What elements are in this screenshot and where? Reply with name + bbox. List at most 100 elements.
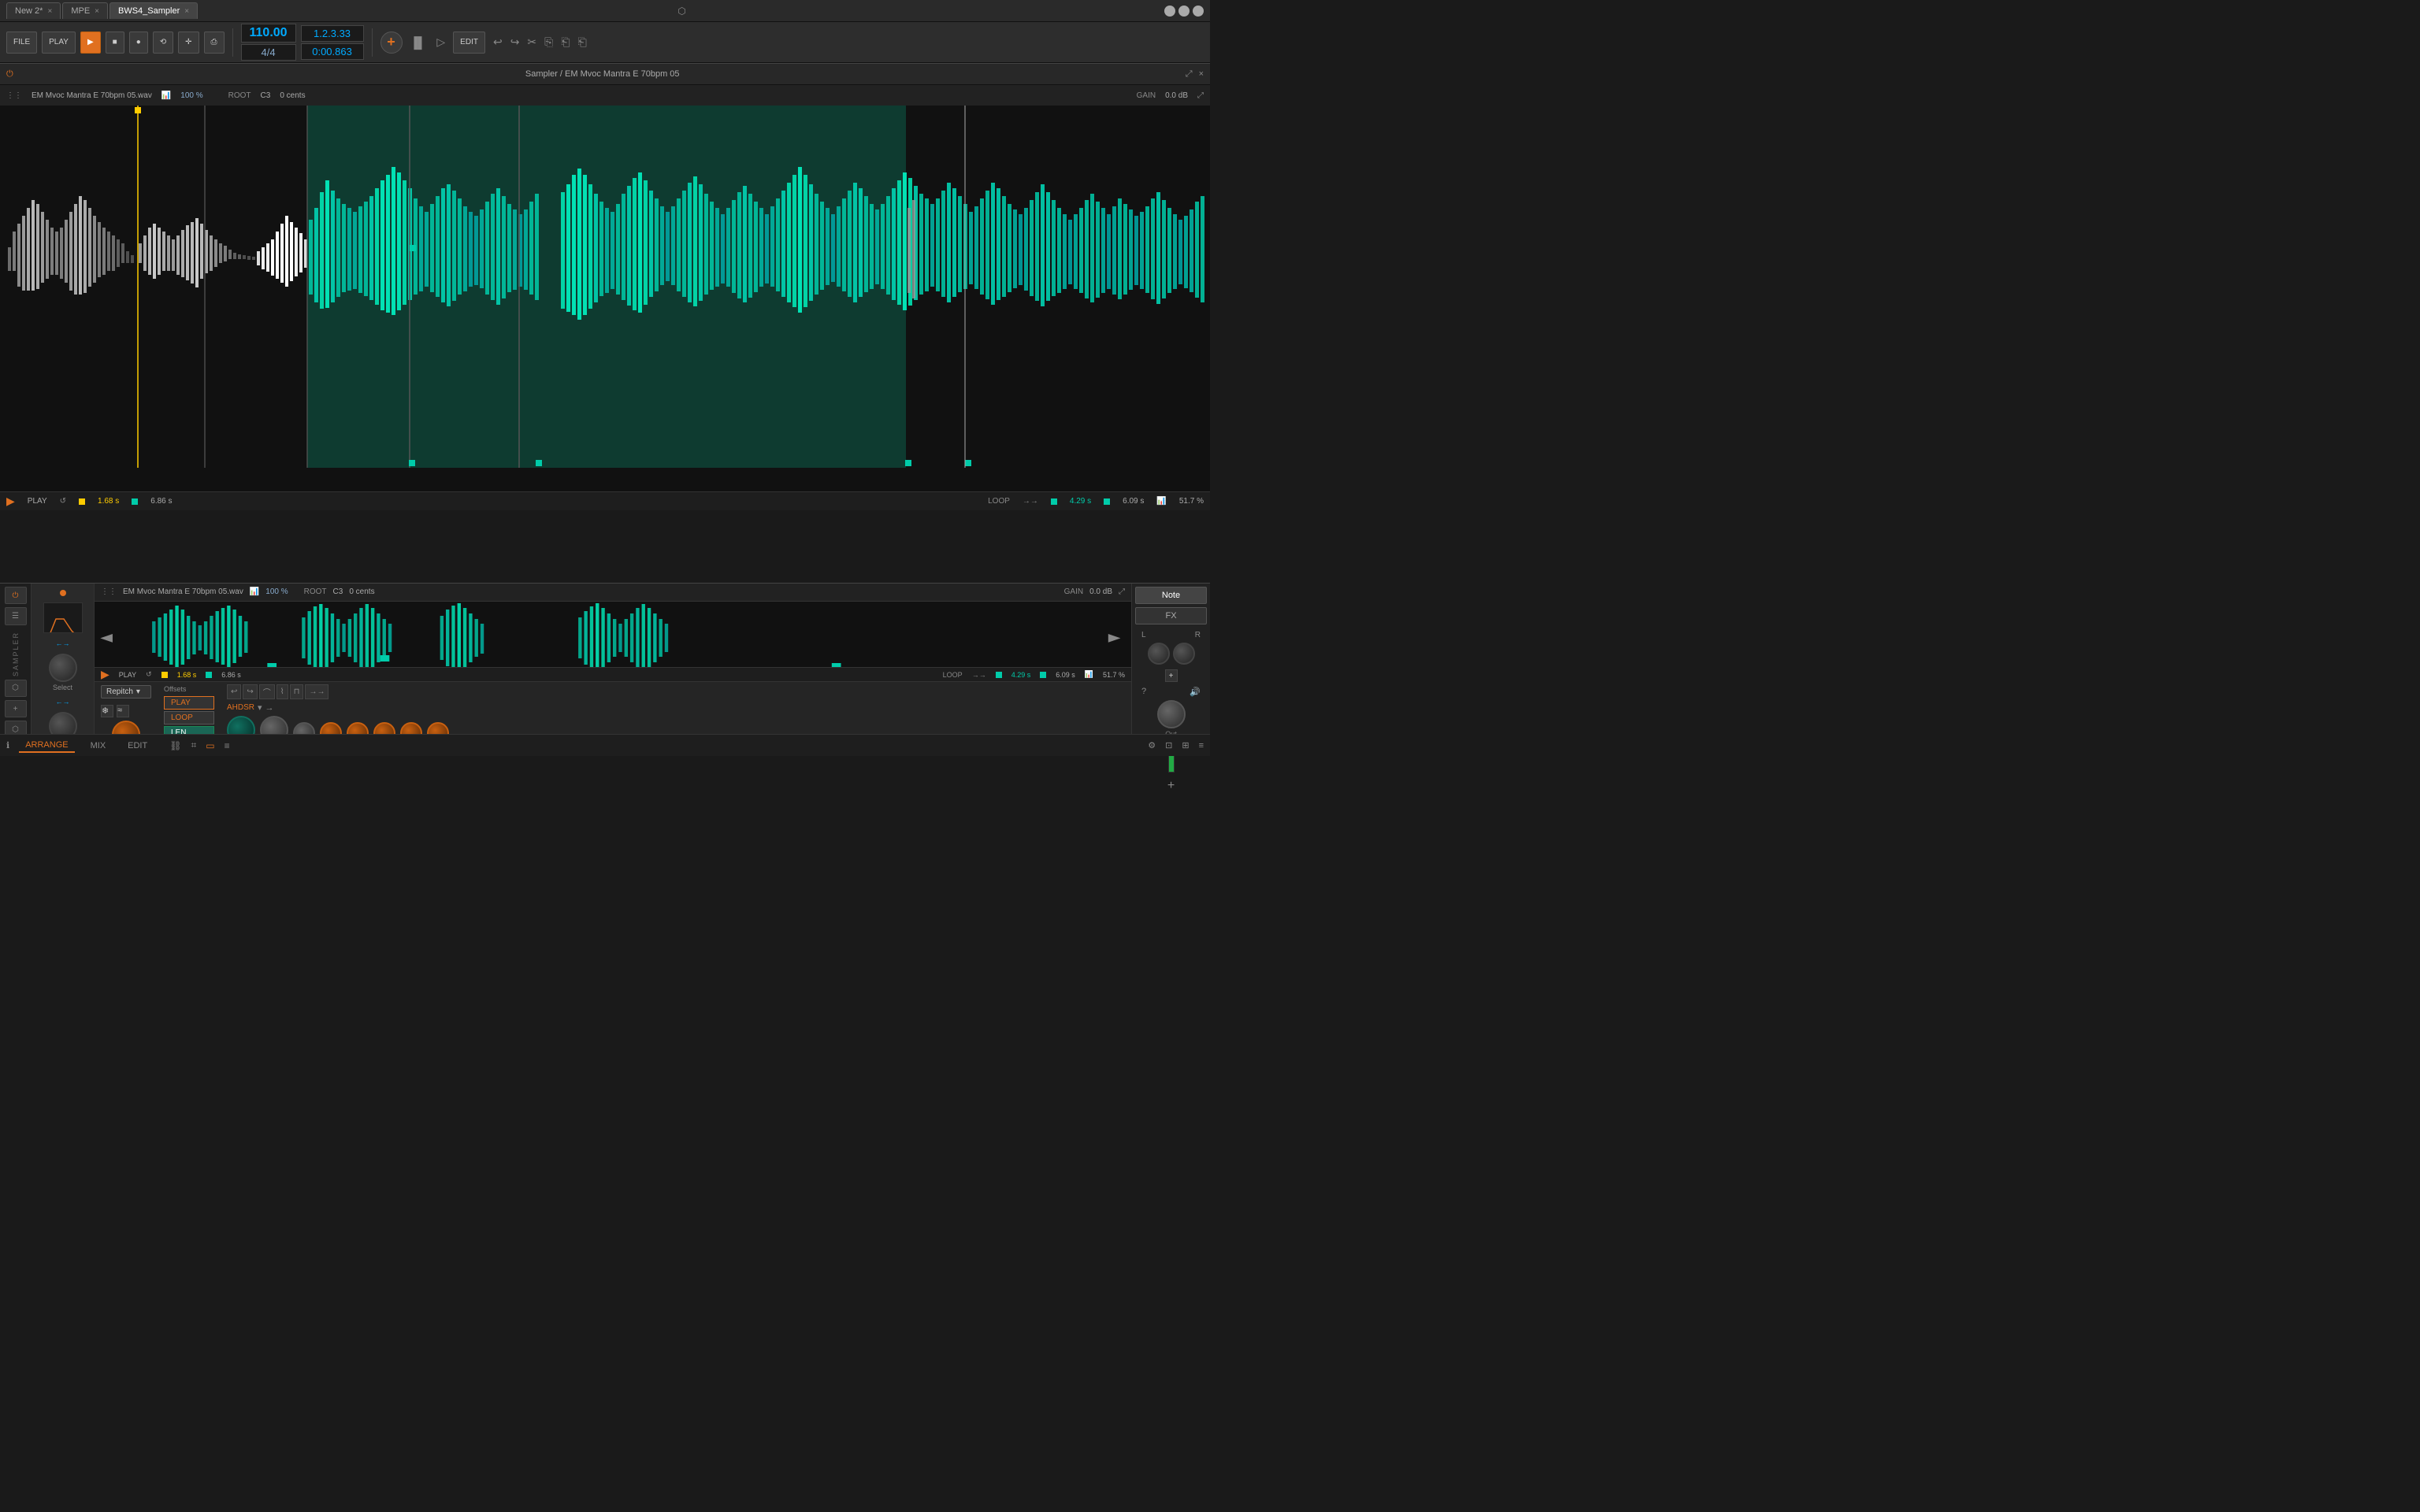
repitch-icons: ❄ ≈ xyxy=(101,705,151,717)
plus-button[interactable]: + xyxy=(1165,669,1178,682)
edit-button[interactable]: EDIT xyxy=(453,32,485,54)
settings-sidebar-icon[interactable]: ☰ xyxy=(5,607,27,624)
minimize-button[interactable] xyxy=(1164,6,1175,17)
env-gate[interactable]: ⊓ xyxy=(290,684,304,699)
waveform-zoom[interactable]: 100 % xyxy=(180,91,202,100)
note-button[interactable]: Note xyxy=(1135,587,1207,604)
link-icon[interactable]: ⛓ xyxy=(169,740,181,751)
loop-offset-button[interactable]: LOOP xyxy=(164,711,214,724)
mini-loop-percent[interactable]: 51.7 % xyxy=(1103,671,1125,679)
power-icon[interactable]: ⏻ xyxy=(6,69,13,80)
sampler-icon-2[interactable]: + xyxy=(5,700,27,717)
power-sidebar-icon[interactable]: ⏻ xyxy=(5,587,27,604)
tab-mpe[interactable]: MPE × xyxy=(62,2,108,19)
repitch-snowflake[interactable]: ❄ xyxy=(101,705,113,717)
tab-new2[interactable]: New 2* × xyxy=(6,2,61,19)
play-offset-button[interactable]: PLAY xyxy=(164,696,214,710)
redo-button[interactable]: ↪ xyxy=(507,32,523,52)
bpm-display[interactable]: 110.00 xyxy=(241,24,296,43)
tab-close-bws4[interactable]: × xyxy=(184,7,189,16)
out-knob[interactable] xyxy=(1157,700,1186,728)
record-button[interactable]: ● xyxy=(129,32,148,54)
tab-arrange[interactable]: ARRANGE xyxy=(19,739,74,753)
add-button[interactable]: + xyxy=(380,32,403,54)
waveform-canvas[interactable] xyxy=(0,106,1210,468)
mini-start-time[interactable]: 1.68 s xyxy=(177,671,197,679)
monitor-button[interactable]: ⎙ xyxy=(204,32,225,54)
seconds-display[interactable]: 0:00.863 xyxy=(301,43,364,60)
ahdsr-dropdown[interactable]: ▾ xyxy=(258,702,262,713)
inner-expand-icon[interactable]: ⤢ xyxy=(1119,587,1125,596)
loop-label: LOOP xyxy=(988,497,1010,506)
file-button[interactable]: FILE xyxy=(6,32,37,54)
offsets-label: Offsets xyxy=(164,685,214,693)
copy-button[interactable]: ⎘ xyxy=(541,32,556,52)
info-icon[interactable]: ℹ xyxy=(6,740,9,750)
repitch-dropdown[interactable]: Repitch ▾ xyxy=(101,685,151,699)
sampler-icon-1[interactable]: ⬡ xyxy=(5,680,27,697)
paste-alt-button[interactable]: ⎗ xyxy=(575,32,590,52)
arrange-icon[interactable]: ⌗ xyxy=(191,739,196,751)
env-linear[interactable]: ⌇ xyxy=(277,684,288,699)
l-knob[interactable] xyxy=(1148,643,1170,665)
question-button[interactable]: ? xyxy=(1141,687,1146,697)
r-knob[interactable] xyxy=(1173,643,1195,665)
tab-edit[interactable]: EDIT xyxy=(121,739,154,752)
mini-waveform[interactable]: ◀ ▶ xyxy=(95,602,1131,668)
cut-button[interactable]: ✂ xyxy=(524,32,540,52)
inner-gain[interactable]: 0.0 dB xyxy=(1089,587,1112,596)
undo-button[interactable]: ↩ xyxy=(490,32,506,52)
mini-end-time[interactable]: 6.86 s xyxy=(221,671,241,679)
grid-icon[interactable]: ⊞ xyxy=(1182,740,1189,750)
env-curve[interactable]: ⌒ xyxy=(259,684,275,699)
root-note[interactable]: C3 xyxy=(261,91,271,100)
inner-root[interactable]: C3 xyxy=(333,587,343,596)
start-time[interactable]: 1.68 s xyxy=(98,497,119,506)
tab-close-mpe[interactable]: × xyxy=(95,7,99,16)
close-sampler-icon[interactable]: × xyxy=(1199,69,1204,79)
mixer-icon[interactable]: ▐▌ xyxy=(407,33,429,52)
inner-cents[interactable]: 0 cents xyxy=(349,587,374,596)
expand-icon[interactable]: ⤢ xyxy=(1186,69,1193,80)
stop-button[interactable]: ■ xyxy=(106,32,124,54)
loop-percent[interactable]: 51.7 % xyxy=(1179,497,1204,506)
speaker-icon[interactable]: 🔊 xyxy=(1190,687,1201,697)
tab-close-new2[interactable]: × xyxy=(47,7,52,16)
fx-button[interactable]: FX xyxy=(1135,607,1207,624)
bpm-section: 110.00 4/4 xyxy=(241,24,296,61)
settings-icon[interactable]: ⚙ xyxy=(1148,740,1156,750)
gain-value[interactable]: 0.0 dB xyxy=(1165,91,1188,100)
bars-icon[interactable]: ≡ xyxy=(225,740,230,751)
env-double-arrow[interactable]: →→ xyxy=(305,684,328,699)
mini-loop-start[interactable]: 4.29 s xyxy=(1011,671,1031,679)
repitch-wave[interactable]: ≈ xyxy=(117,705,129,717)
expand-waveform-icon[interactable]: ⤢ xyxy=(1197,91,1204,100)
play-transport-button[interactable]: ▶ xyxy=(80,32,101,54)
bars-display[interactable]: 1.2.3.33 xyxy=(301,25,364,42)
midi-icon[interactable]: ▷ xyxy=(433,32,448,52)
add-device-button[interactable]: + xyxy=(1135,779,1207,793)
mixer-bottom-icon[interactable]: ≡ xyxy=(1199,741,1204,750)
close-button[interactable] xyxy=(1193,6,1204,17)
tab-mix[interactable]: MIX xyxy=(84,739,113,752)
inner-zoom[interactable]: 100 % xyxy=(265,587,288,596)
paste-button[interactable]: ⎗ xyxy=(558,32,573,52)
loop-button[interactable]: ⟲ xyxy=(153,32,173,54)
root-cents[interactable]: 0 cents xyxy=(280,91,305,100)
ahdsr-link-icon[interactable]: → xyxy=(265,703,274,713)
loop-start[interactable]: 4.29 s xyxy=(1070,497,1091,506)
play-button[interactable]: PLAY xyxy=(42,32,76,54)
loop-end[interactable]: 6.09 s xyxy=(1123,497,1144,506)
time-sig-display[interactable]: 4/4 xyxy=(241,44,296,61)
env-redo[interactable]: ↪ xyxy=(243,684,257,699)
export-icon[interactable]: ⊡ xyxy=(1165,740,1172,750)
env-undo[interactable]: ↩ xyxy=(227,684,241,699)
end-time[interactable]: 6.86 s xyxy=(150,497,172,506)
tab-bws4[interactable]: BWS4_Sampler × xyxy=(109,2,198,19)
title-bar: New 2* × MPE × BWS4_Sampler × ⬡ xyxy=(0,0,1210,22)
punch-button[interactable]: ✛ xyxy=(178,32,199,54)
mini-loop-end[interactable]: 6.09 s xyxy=(1056,671,1075,679)
rect-icon[interactable]: ▭ xyxy=(206,740,214,751)
maximize-button[interactable] xyxy=(1178,6,1190,17)
select-knob[interactable] xyxy=(49,654,77,682)
